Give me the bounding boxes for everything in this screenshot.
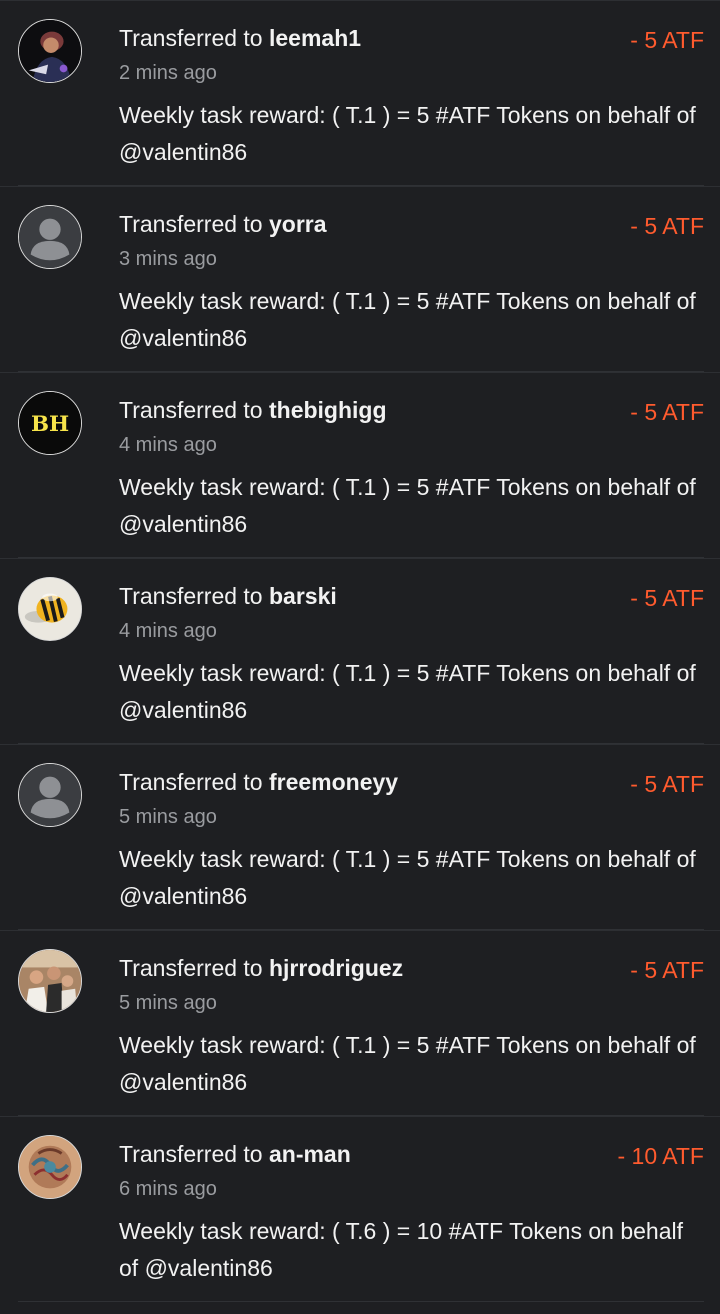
default-user-icon	[19, 764, 81, 826]
amount: - 5 ATF	[630, 27, 704, 53]
timestamp: 6 mins ago	[119, 1178, 217, 1200]
default-user-icon	[19, 206, 81, 268]
timestamp: 5 mins ago	[119, 992, 217, 1014]
avatar[interactable]	[18, 763, 82, 827]
memo: Weekly task reward: ( T.1 ) = 5 #ATF Tok…	[119, 1032, 696, 1095]
bh-logo-icon: BH	[19, 392, 81, 454]
timestamp: 5 mins ago	[119, 806, 217, 828]
transfer-title: Transferred to an-man	[119, 1141, 351, 1168]
transfer-prefix: Transferred to	[119, 1141, 263, 1167]
avatar[interactable]	[18, 577, 82, 641]
amount: - 5 ATF	[630, 585, 704, 611]
memo: Weekly task reward: ( T.6 ) = 10 #ATF To…	[119, 1218, 683, 1281]
divider	[18, 1301, 704, 1302]
bee-avatar-icon	[19, 578, 81, 640]
transfer-prefix: Transferred to	[119, 397, 263, 423]
transaction-item[interactable]: Transferred to freemoneyy - 5 ATF 5 mins…	[0, 744, 720, 930]
memo: Weekly task reward: ( T.1 ) = 5 #ATF Tok…	[119, 660, 696, 723]
avatar[interactable]	[18, 949, 82, 1013]
recipient-username[interactable]: hjrrodriguez	[269, 955, 403, 981]
memo: Weekly task reward: ( T.1 ) = 5 #ATF Tok…	[119, 102, 696, 165]
photo-avatar-icon	[19, 20, 81, 82]
transfer-title: Transferred to freemoneyy	[119, 769, 398, 796]
group-photo-avatar-icon	[19, 950, 81, 1012]
transaction-item[interactable]: BH Transferred to thebighigg - 5 ATF 4 m…	[0, 372, 720, 558]
transaction-item[interactable]: Transferred to hjrrodriguez - 5 ATF 5 mi…	[0, 930, 720, 1116]
amount: - 10 ATF	[617, 1143, 705, 1169]
recipient-username[interactable]: freemoneyy	[269, 769, 398, 795]
transaction-list: Transferred to leemah1 - 5 ATF 2 mins ag…	[0, 0, 720, 1302]
transfer-title: Transferred to thebighigg	[119, 397, 387, 424]
bh-logo-text: BH	[31, 412, 69, 437]
transfer-prefix: Transferred to	[119, 211, 263, 237]
transaction-item[interactable]: Transferred to an-man - 10 ATF 6 mins ag…	[0, 1116, 720, 1302]
avatar[interactable]	[18, 1135, 82, 1199]
recipient-username[interactable]: yorra	[269, 211, 327, 237]
timestamp: 3 mins ago	[119, 248, 217, 270]
transfer-title: Transferred to yorra	[119, 211, 327, 238]
transfer-prefix: Transferred to	[119, 25, 263, 51]
transfer-prefix: Transferred to	[119, 583, 263, 609]
amount: - 5 ATF	[630, 957, 704, 983]
avatar[interactable]	[18, 19, 82, 83]
amount: - 5 ATF	[630, 771, 704, 797]
memo: Weekly task reward: ( T.1 ) = 5 #ATF Tok…	[119, 288, 696, 351]
transaction-item[interactable]: Transferred to yorra - 5 ATF 3 mins ago …	[0, 186, 720, 372]
amount: - 5 ATF	[630, 399, 704, 425]
transfer-title: Transferred to hjrrodriguez	[119, 955, 403, 982]
avatar[interactable]: BH	[18, 391, 82, 455]
recipient-username[interactable]: an-man	[269, 1141, 351, 1167]
transfer-prefix: Transferred to	[119, 769, 263, 795]
art-avatar-icon	[19, 1136, 81, 1198]
transaction-item[interactable]: Transferred to leemah1 - 5 ATF 2 mins ag…	[0, 0, 720, 186]
amount: - 5 ATF	[630, 213, 704, 239]
transaction-item[interactable]: Transferred to barski - 5 ATF 4 mins ago…	[0, 558, 720, 744]
recipient-username[interactable]: leemah1	[269, 25, 361, 51]
timestamp: 4 mins ago	[119, 434, 217, 456]
avatar[interactable]	[18, 205, 82, 269]
recipient-username[interactable]: barski	[269, 583, 337, 609]
transfer-prefix: Transferred to	[119, 955, 263, 981]
timestamp: 2 mins ago	[119, 62, 217, 84]
recipient-username[interactable]: thebighigg	[269, 397, 387, 423]
transfer-title: Transferred to leemah1	[119, 25, 361, 52]
memo: Weekly task reward: ( T.1 ) = 5 #ATF Tok…	[119, 474, 696, 537]
timestamp: 4 mins ago	[119, 620, 217, 642]
transfer-title: Transferred to barski	[119, 583, 337, 610]
memo: Weekly task reward: ( T.1 ) = 5 #ATF Tok…	[119, 846, 696, 909]
